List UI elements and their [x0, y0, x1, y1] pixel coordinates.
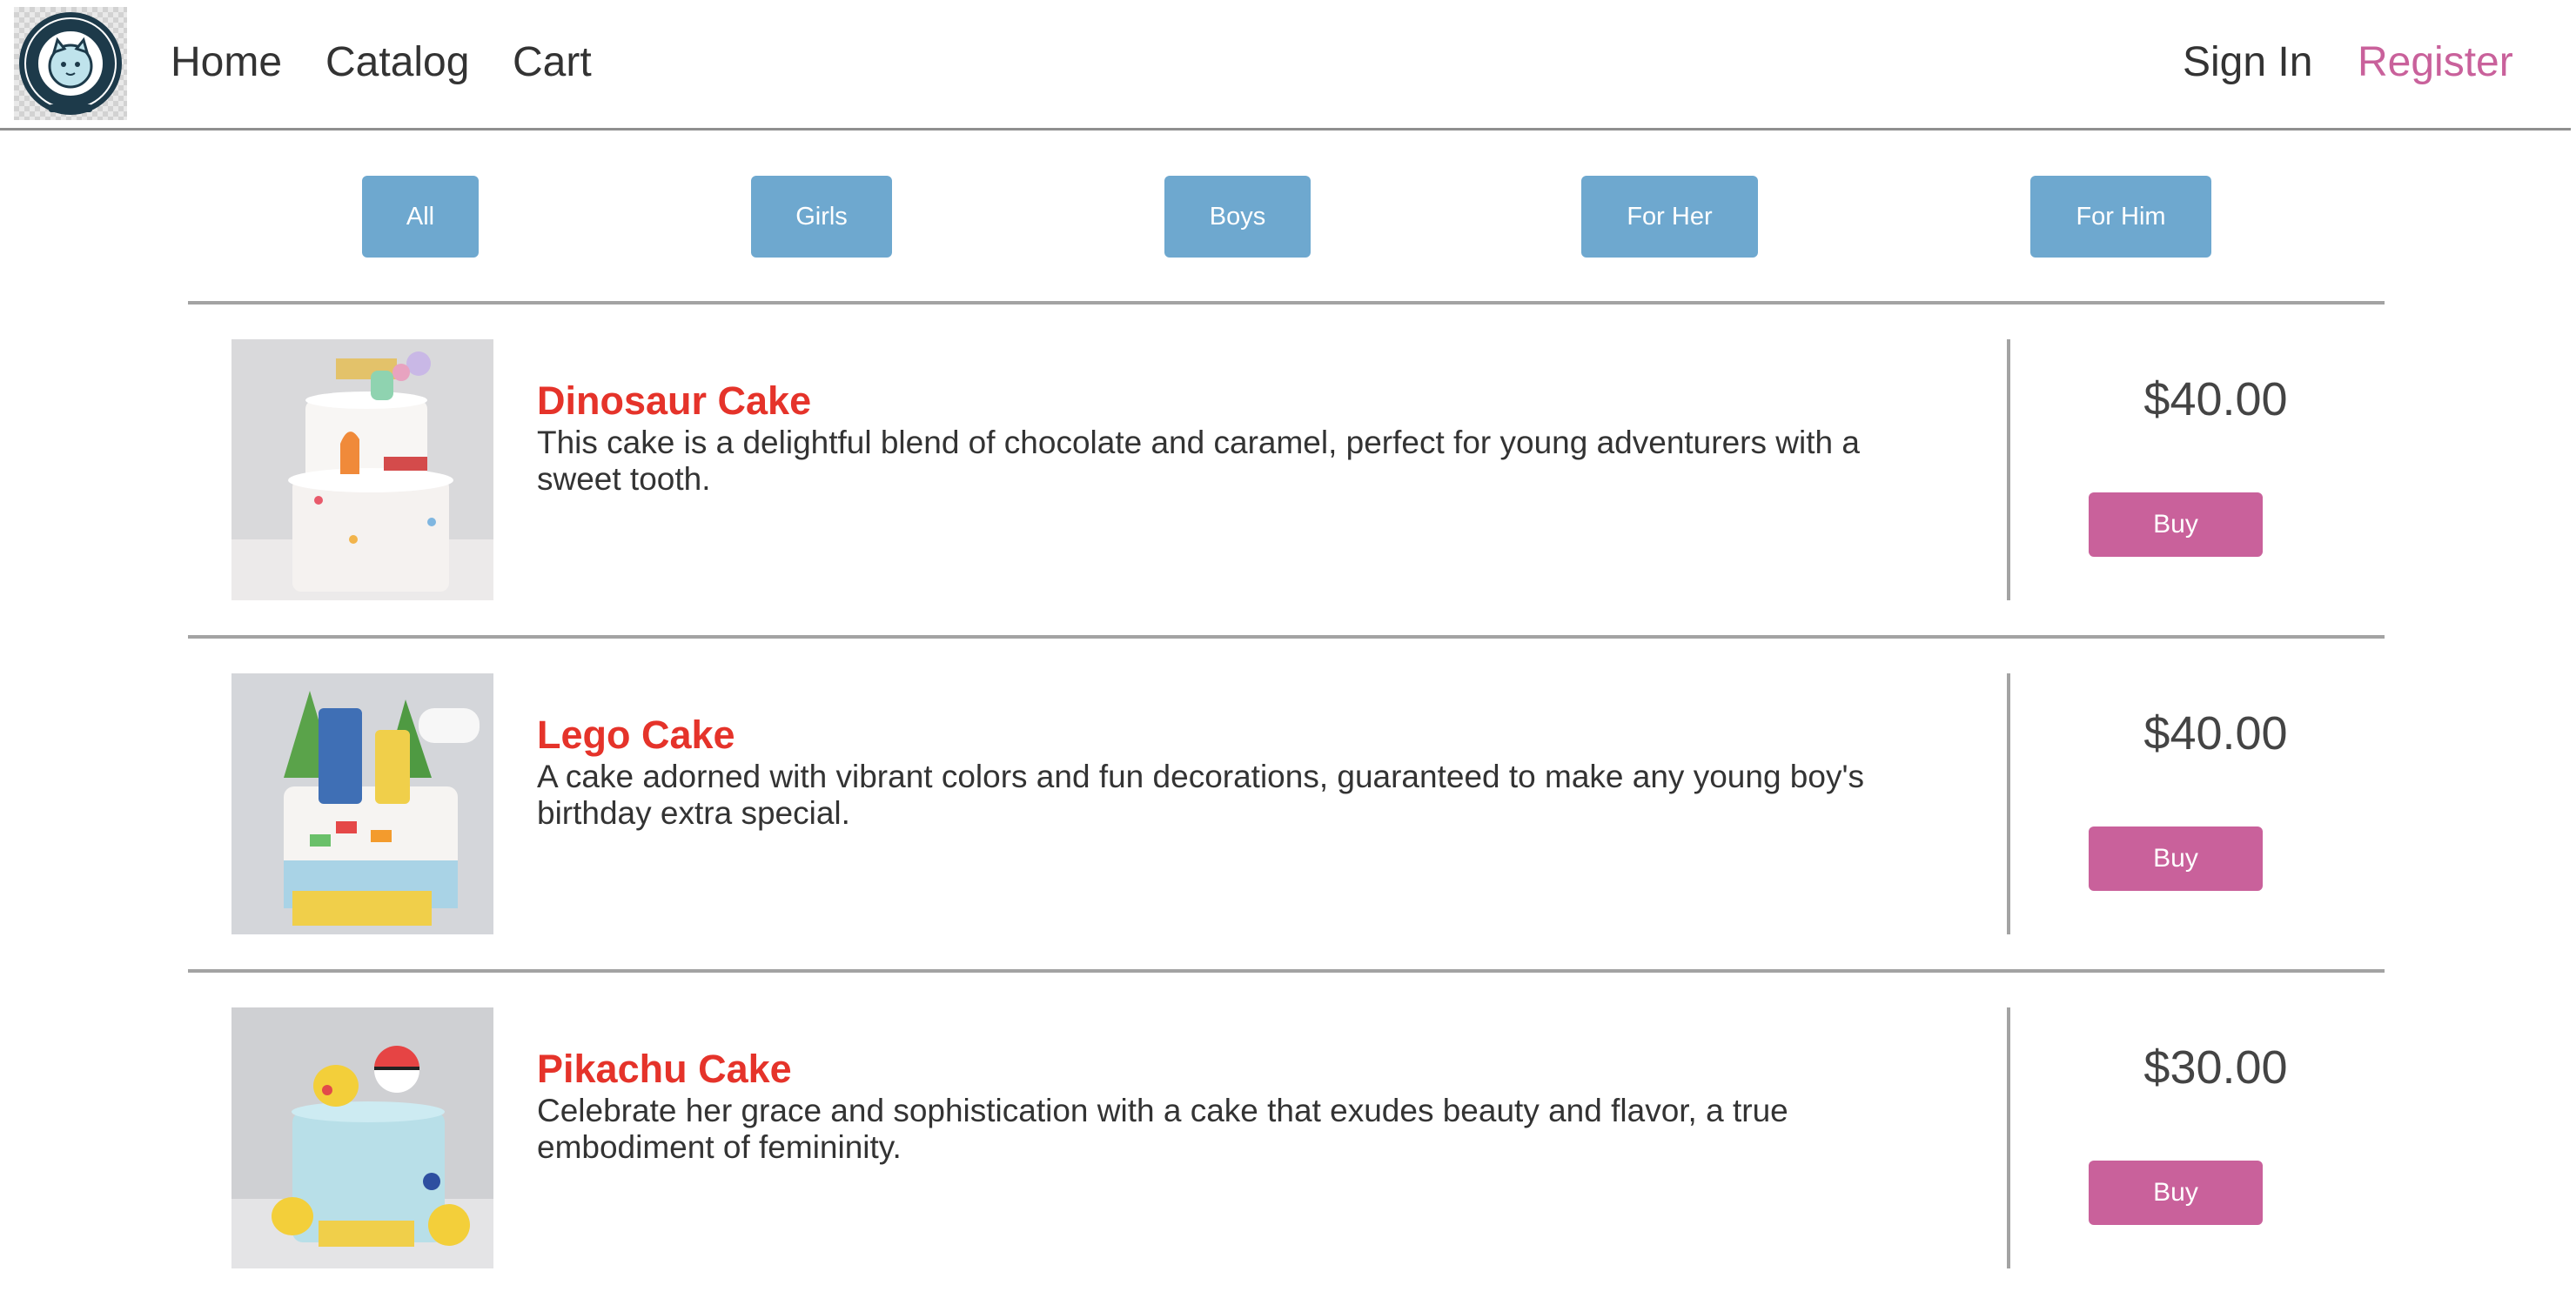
nav-catalog-link[interactable]: Catalog: [325, 35, 469, 90]
buy-button[interactable]: Buy: [2089, 826, 2263, 891]
product-row-lego-cake: Lego Cake A cake adorned with vibrant co…: [188, 637, 2385, 971]
filter-for-her-button[interactable]: For Her: [1581, 176, 1758, 258]
column-divider: [2007, 339, 2010, 600]
column-divider: [2007, 673, 2010, 934]
column-divider: [2007, 1007, 2010, 1268]
filter-all-button[interactable]: All: [362, 176, 479, 258]
product-row-pikachu-cake: Pikachu Cake Celebrate her grace and sop…: [188, 971, 2385, 1305]
product-description: A cake adorned with vibrant colors and f…: [537, 759, 1865, 831]
product-description: Celebrate her grace and sophistication w…: [537, 1093, 1788, 1165]
cat-logo-icon: [19, 12, 122, 115]
register-link[interactable]: Register: [2358, 35, 2513, 90]
product-name[interactable]: Pikachu Cake: [537, 1045, 792, 1094]
buy-button[interactable]: Buy: [2089, 1161, 2263, 1225]
product-price: $40.00: [2143, 707, 2288, 760]
product-image[interactable]: [231, 1007, 493, 1268]
top-navbar: Home Catalog Cart Sign In Register: [0, 0, 2571, 130]
sign-in-link[interactable]: Sign In: [2183, 35, 2312, 90]
product-name[interactable]: Dinosaur Cake: [537, 377, 811, 425]
product-price: $40.00: [2143, 373, 2288, 425]
filter-for-him-button[interactable]: For Him: [2030, 176, 2211, 258]
product-image[interactable]: [231, 673, 493, 934]
product-price: $30.00: [2143, 1041, 2288, 1094]
shop-logo[interactable]: [14, 7, 127, 120]
product-row-dinosaur-cake: Dinosaur Cake This cake is a delightful …: [188, 303, 2385, 637]
filter-girls-button[interactable]: Girls: [751, 176, 892, 258]
nav-cart-link[interactable]: Cart: [513, 35, 592, 90]
buy-button[interactable]: Buy: [2089, 492, 2263, 557]
filter-boys-button[interactable]: Boys: [1164, 176, 1311, 258]
product-image[interactable]: [231, 339, 493, 600]
product-name[interactable]: Lego Cake: [537, 711, 735, 760]
nav-home-link[interactable]: Home: [171, 35, 282, 90]
product-description: This cake is a delightful blend of choco…: [537, 425, 1860, 497]
